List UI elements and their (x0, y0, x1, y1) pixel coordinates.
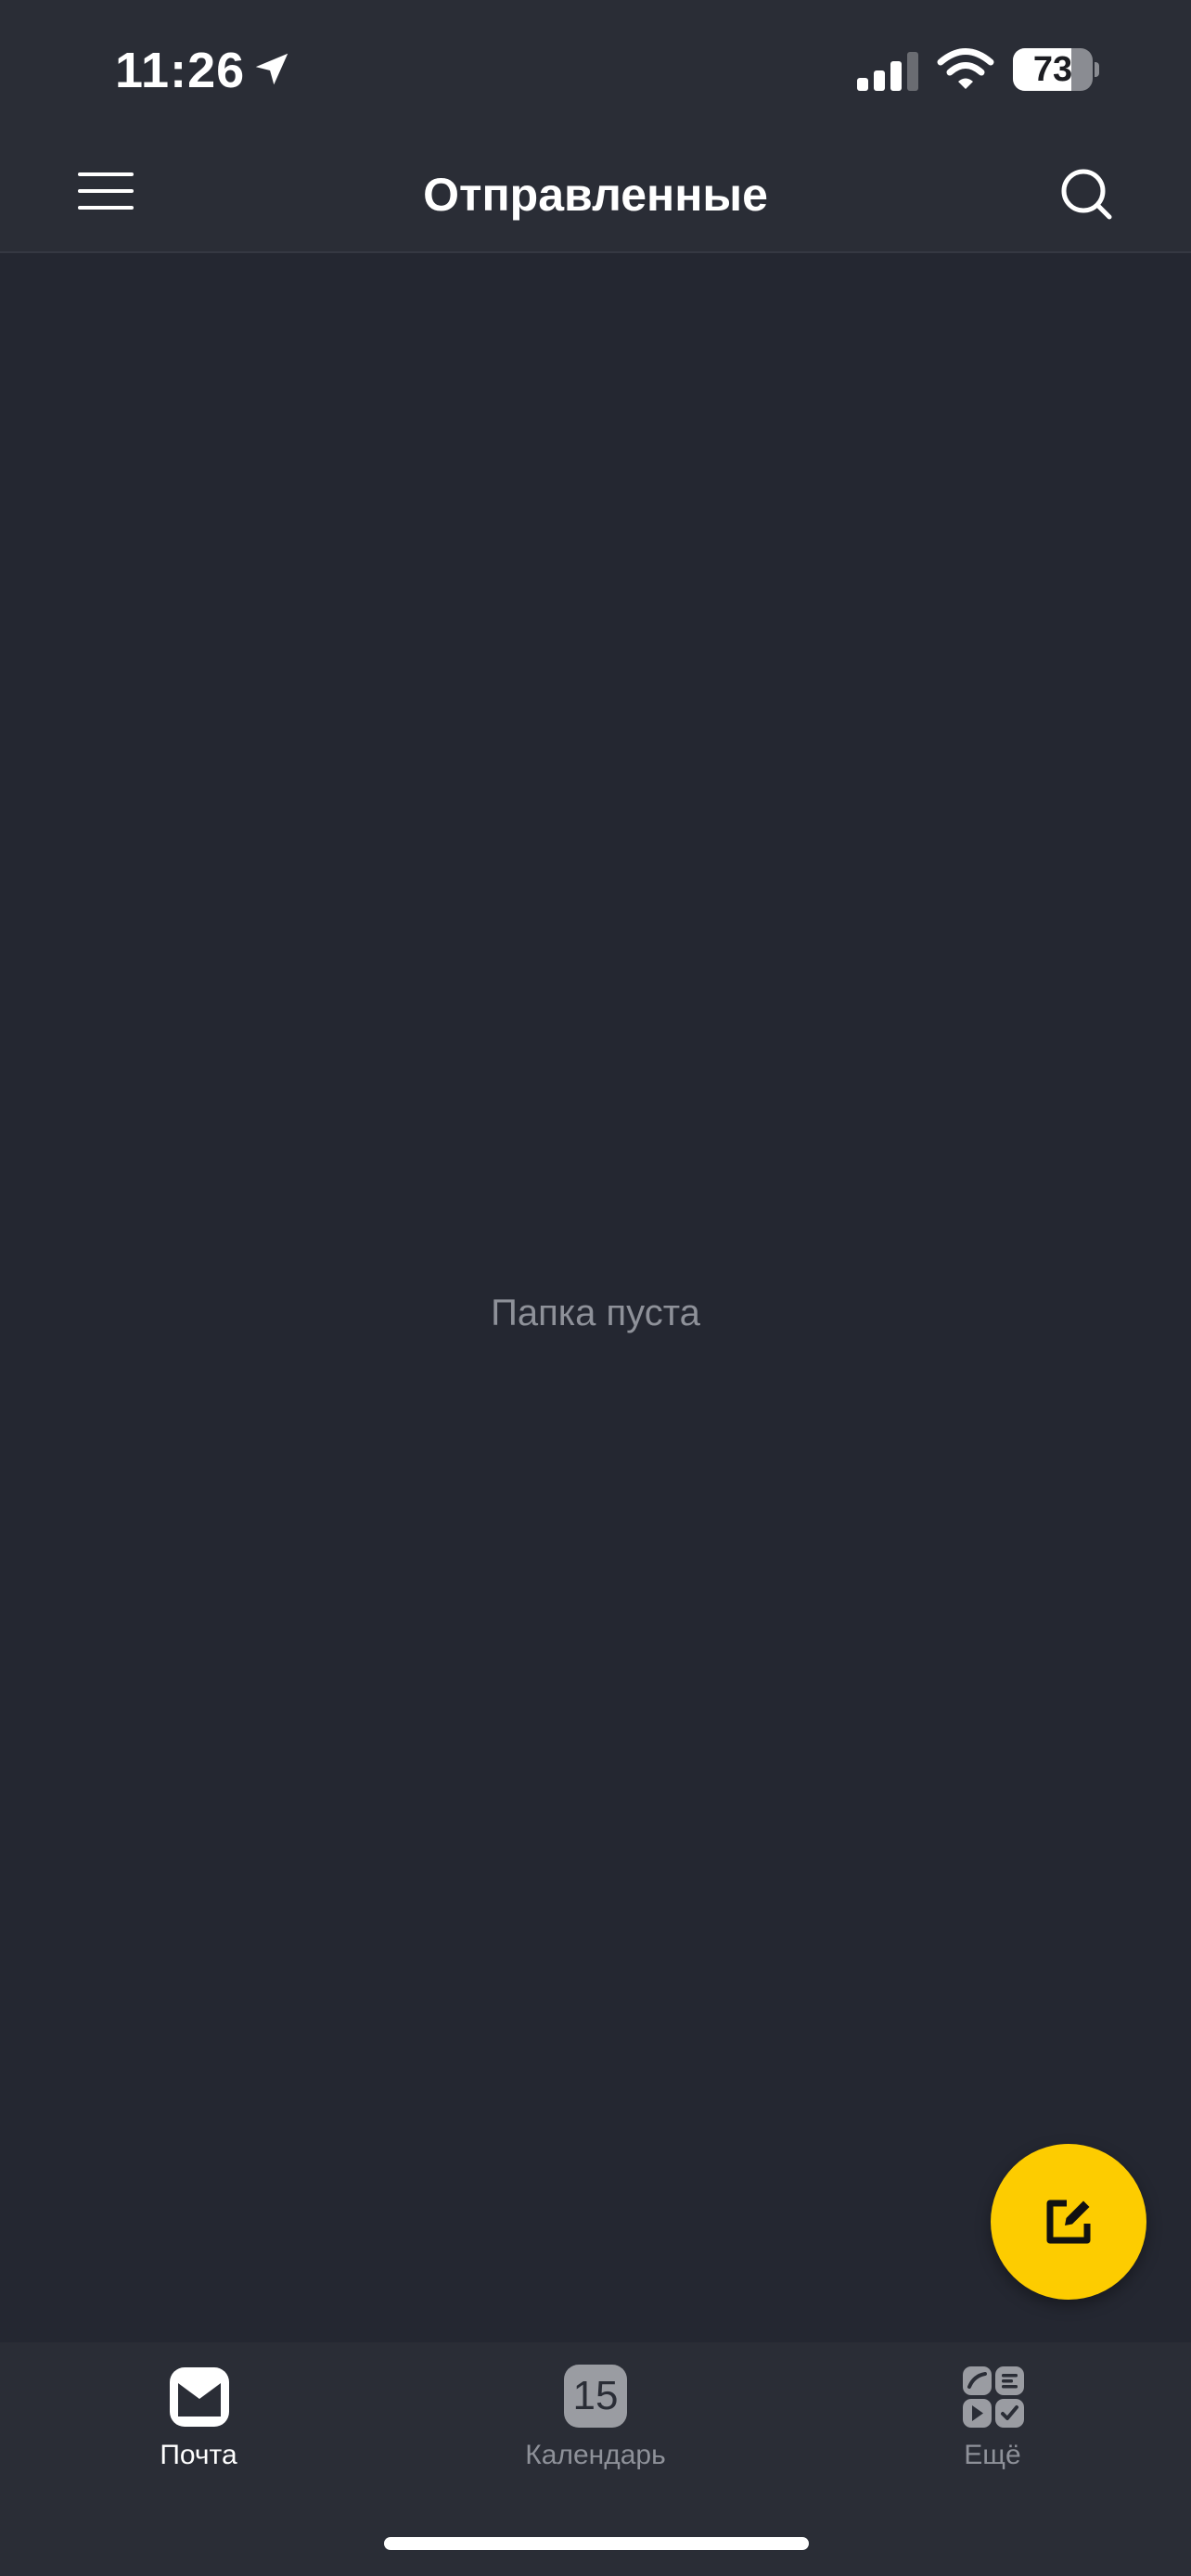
battery-icon: 73 (1013, 48, 1093, 91)
page-title: Отправленные (423, 169, 768, 221)
tab-label: Ещё (964, 2440, 1021, 2470)
mail-icon (170, 2367, 229, 2427)
tab-calendar[interactable]: 15 Календарь (456, 2365, 735, 2494)
battery-tip (1095, 62, 1099, 77)
tab-mail[interactable]: Почта (59, 2365, 338, 2494)
search-button[interactable] (1048, 158, 1124, 228)
wifi-icon (937, 48, 994, 89)
calendar-day: 15 (572, 2373, 619, 2418)
tab-label: Почта (160, 2440, 237, 2470)
search-icon (1061, 169, 1112, 220)
empty-folder-message: Папка пуста (491, 1293, 700, 1333)
cellular-signal-icon (857, 52, 918, 91)
compose-button[interactable] (991, 2144, 1146, 2300)
battery-indicator: 73 (1013, 48, 1099, 91)
tab-label: Календарь (525, 2440, 666, 2470)
top-bar: 11:26 73 Отправленные (0, 0, 1191, 253)
location-arrow-icon (255, 53, 288, 85)
compose-icon (1046, 2200, 1091, 2244)
tab-more[interactable]: Ещё (853, 2365, 1132, 2494)
more-apps-icon (963, 2366, 1024, 2428)
home-indicator[interactable] (384, 2537, 809, 2550)
calendar-icon: 15 (564, 2365, 627, 2428)
battery-level: 73 (1032, 50, 1073, 89)
status-time: 11:26 (115, 43, 246, 98)
